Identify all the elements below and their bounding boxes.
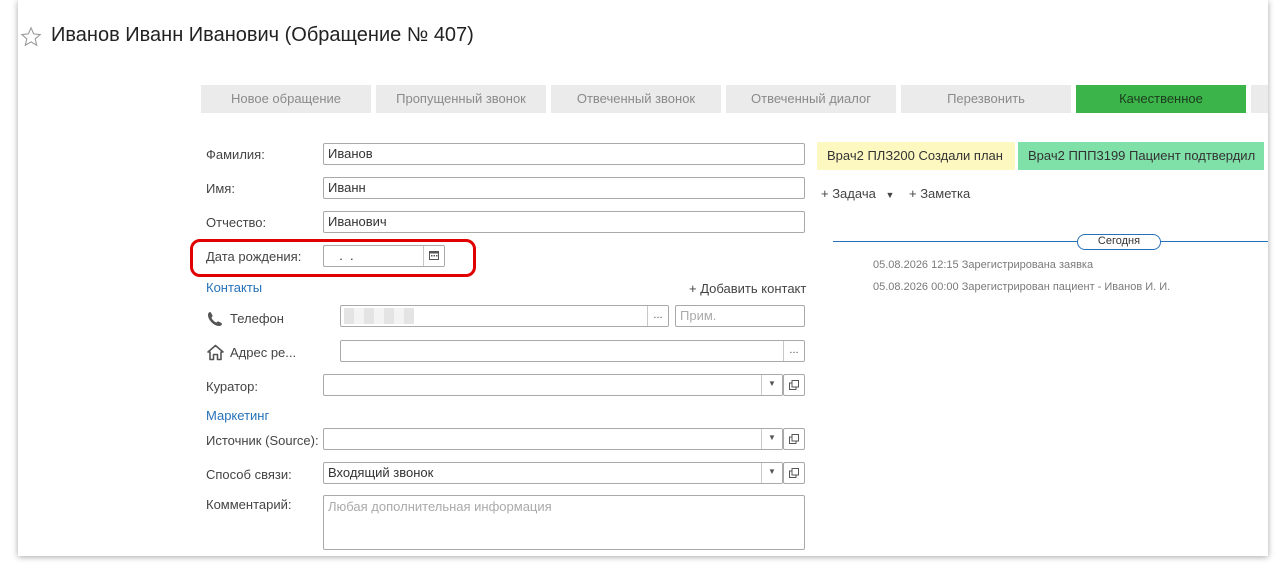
address-label: Адрес ре... — [230, 345, 297, 360]
lastname-field[interactable]: Иванов — [323, 143, 805, 165]
address-select-button[interactable]: ... — [783, 341, 804, 361]
tab-callback[interactable]: Перезвонить — [901, 85, 1071, 113]
comment-placeholder: Любая дополнительная информация — [328, 499, 552, 514]
contact-method-select[interactable]: Входящий звонок ▼ — [323, 462, 783, 484]
contact-method-label: Способ связи: — [206, 467, 292, 482]
open-window-icon — [789, 434, 799, 444]
tab-more[interactable] — [1251, 85, 1268, 113]
source-dropdown-button[interactable]: ▼ — [761, 429, 782, 449]
add-task-label: + Задача — [821, 186, 876, 201]
curator-label: Куратор: — [206, 379, 258, 394]
comment-textarea[interactable]: Любая дополнительная информация — [323, 495, 805, 550]
curator-open-button[interactable] — [783, 374, 805, 396]
contact-method-open-button[interactable] — [783, 462, 805, 484]
tab-answered-dialog[interactable]: Отвеченный диалог — [726, 85, 896, 113]
curator-select[interactable]: ▼ — [323, 374, 783, 396]
timeline-line — [833, 241, 1268, 242]
phone-blurred-value — [344, 308, 414, 324]
phone-label: Телефон — [230, 311, 284, 326]
patronymic-label: Отчество: — [206, 215, 267, 230]
marketing-section-link[interactable]: Маркетинг — [206, 408, 269, 423]
add-task-button[interactable]: + Задача ▼ — [821, 186, 894, 201]
firstname-label: Имя: — [206, 181, 235, 196]
phone-icon — [208, 312, 222, 326]
record-window: Иванов Иванн Иванович (Обращение № 407) … — [18, 0, 1268, 556]
status-badge-confirmed[interactable]: Врач2 ППП3199 Пациент подтвердил — [1018, 142, 1264, 170]
tab-answered-call[interactable]: Отвеченный звонок — [551, 85, 721, 113]
lastname-label: Фамилия: — [206, 147, 265, 162]
page-title: Иванов Иванн Иванович (Обращение № 407) — [51, 24, 474, 46]
timeline-event[interactable]: 05.08.2026 12:15 Зарегистрирована заявка — [873, 259, 1093, 271]
timeline-event[interactable]: 05.08.2026 00:00 Зарегистрирован пациент… — [873, 281, 1170, 293]
birthdate-highlight-annotation — [190, 239, 476, 277]
contact-method-dropdown-button[interactable]: ▼ — [761, 463, 782, 483]
task-dropdown-icon[interactable]: ▼ — [885, 190, 894, 200]
contacts-section-link[interactable]: Контакты — [206, 280, 262, 295]
tab-missed-call[interactable]: Пропущенный звонок — [376, 85, 546, 113]
add-note-button[interactable]: + Заметка — [909, 186, 970, 201]
firstname-field[interactable]: Иванн — [323, 177, 805, 199]
comment-label: Комментарий: — [206, 497, 292, 512]
phone-note-placeholder: Прим. — [680, 308, 717, 323]
home-icon — [207, 344, 224, 361]
source-label: Источник (Source): — [206, 433, 319, 448]
source-open-button[interactable] — [783, 428, 805, 450]
curator-dropdown-button[interactable]: ▼ — [761, 375, 782, 395]
tab-qualified[interactable]: Качественное — [1076, 85, 1246, 113]
add-contact-button[interactable]: + Добавить контакт — [689, 281, 806, 296]
phone-field[interactable]: ... — [340, 305, 669, 327]
open-window-icon — [789, 380, 799, 390]
favorite-star-icon[interactable] — [20, 26, 42, 48]
patronymic-field[interactable]: Иванович — [323, 211, 805, 233]
contact-method-value: Входящий звонок — [328, 465, 434, 480]
source-select[interactable]: ▼ — [323, 428, 783, 450]
tab-new-request[interactable]: Новое обращение — [201, 85, 371, 113]
today-marker: Сегодня — [1077, 234, 1161, 250]
open-window-icon — [789, 468, 799, 478]
address-field[interactable]: ... — [340, 340, 805, 362]
status-badge-plan[interactable]: Врач2 ПЛЗ200 Создали план — [817, 142, 1015, 170]
phone-note-field[interactable]: Прим. — [675, 305, 805, 327]
phone-select-button[interactable]: ... — [647, 306, 668, 326]
